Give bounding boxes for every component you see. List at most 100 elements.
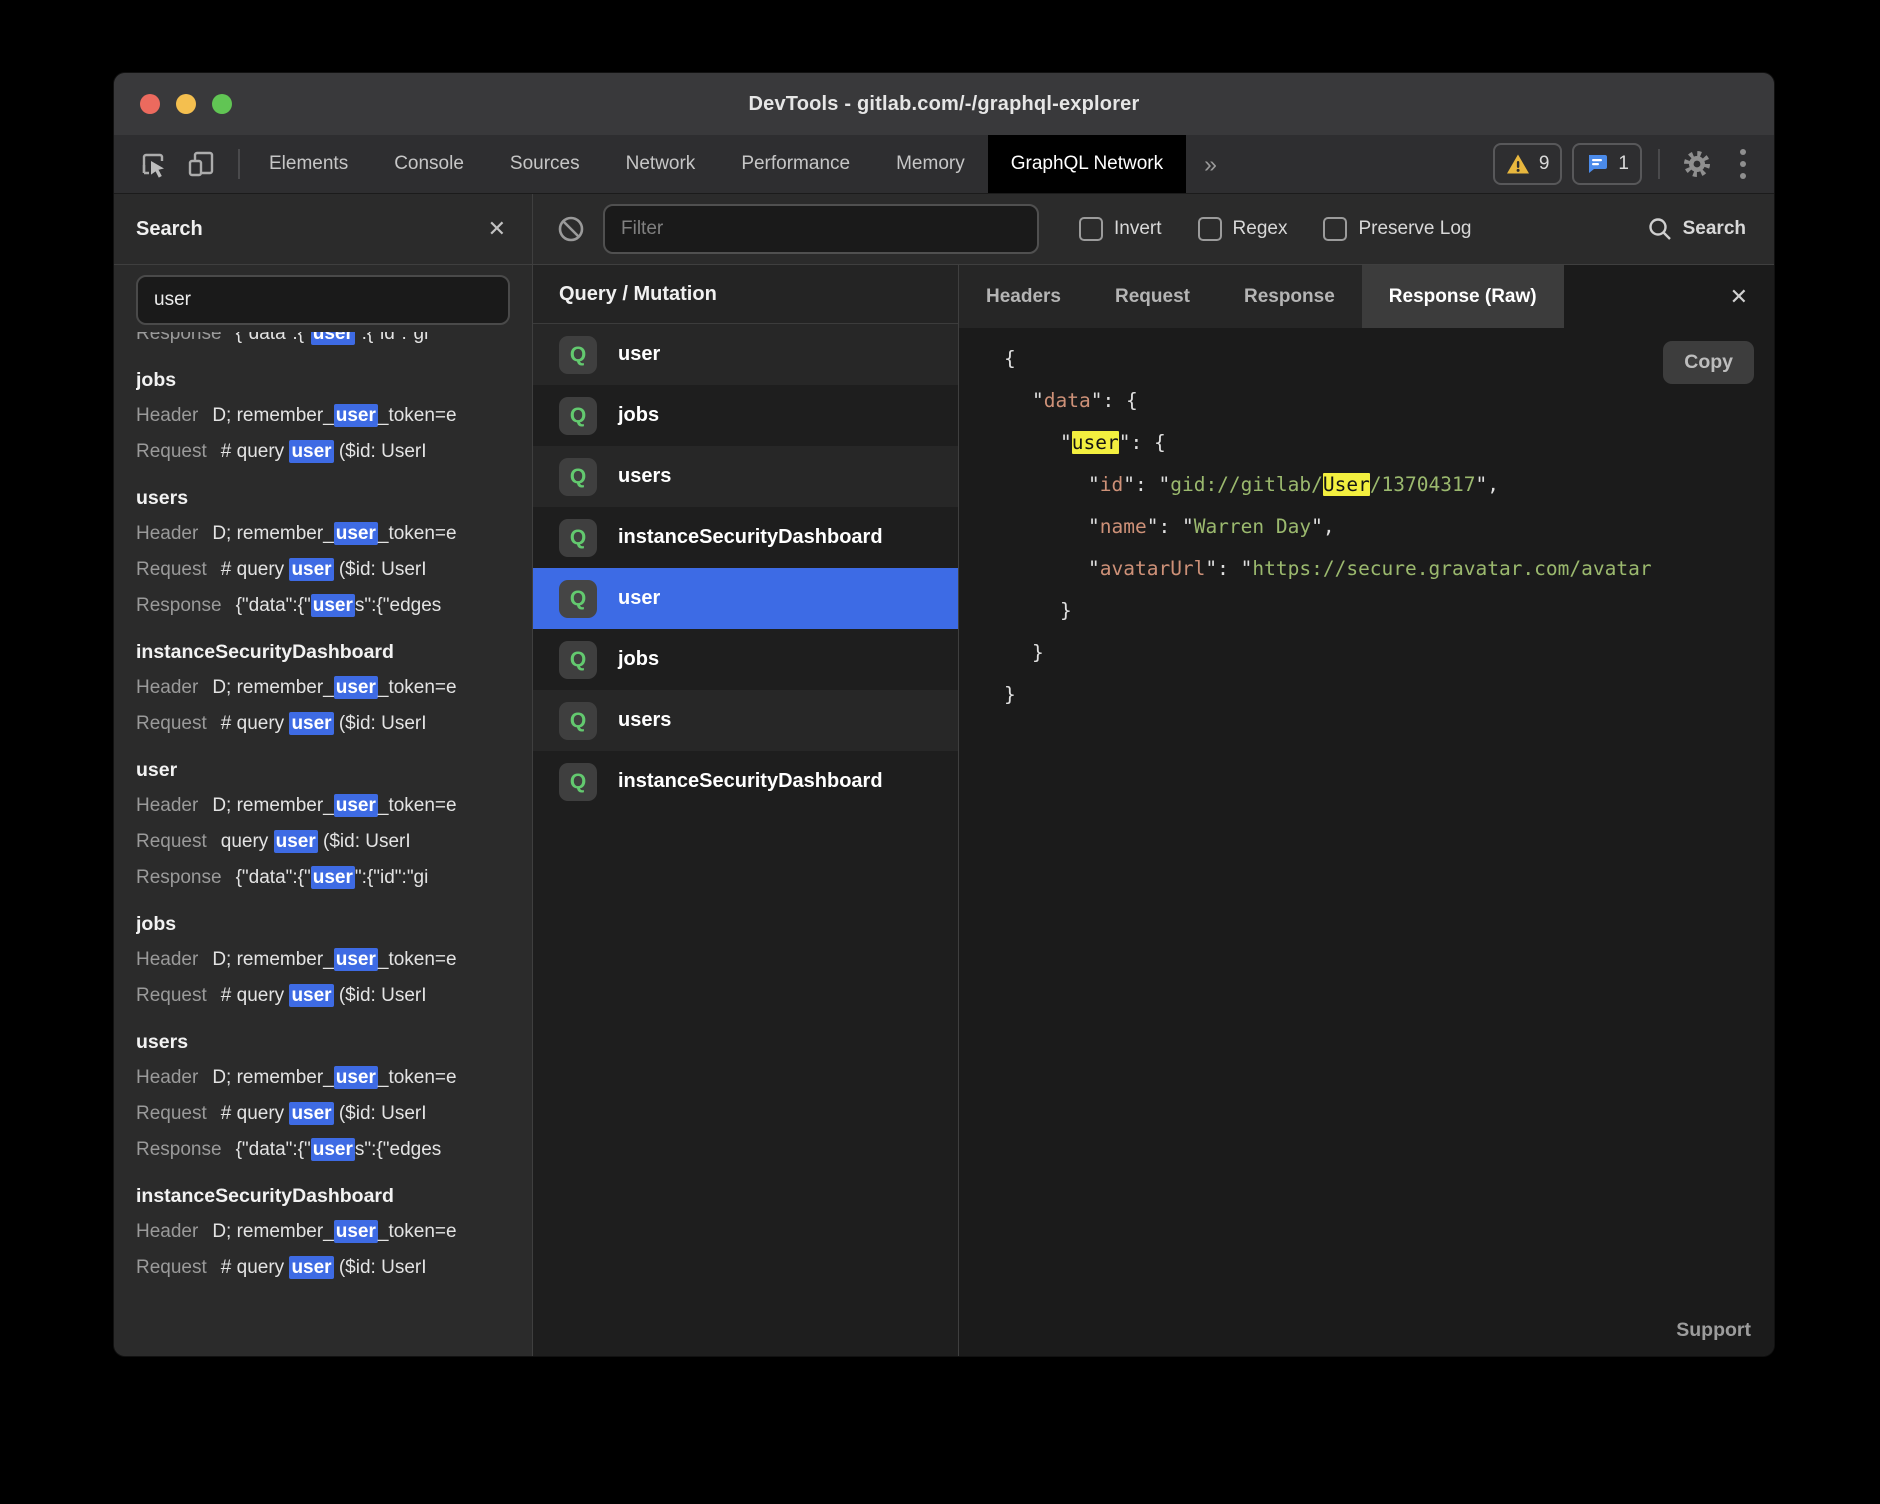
search-result-entry[interactable]: jobsHeaderD; remember_user_token=eReques… bbox=[136, 362, 532, 470]
filter-toolbar: Invert Regex Preserve Log Search bbox=[533, 194, 1774, 265]
result-line-label: Header bbox=[136, 949, 198, 970]
query-row-users[interactable]: Qusers bbox=[533, 690, 958, 751]
tab-memory[interactable]: Memory bbox=[873, 135, 988, 193]
result-line: Request# query user ($id: UserI bbox=[136, 552, 532, 588]
checkbox-box bbox=[1079, 217, 1103, 241]
query-row-user[interactable]: Quser bbox=[533, 568, 958, 629]
json-line: "id": "gid://gitlab/User/13704317", bbox=[959, 464, 1774, 506]
search-result-entry[interactable]: instanceSecurityDashboardHeaderD; rememb… bbox=[136, 1178, 532, 1286]
result-line-label: Request bbox=[136, 1103, 207, 1124]
search-results-list: Response{"data":{"user":{"id":"gijobsHea… bbox=[114, 332, 532, 1356]
query-row-label: users bbox=[618, 709, 671, 732]
result-line: Response{"data":{"users":{"edges bbox=[136, 1132, 532, 1168]
inspect-element-icon[interactable] bbox=[132, 143, 174, 185]
minimize-window-button[interactable] bbox=[176, 94, 196, 114]
result-text: ($id: UserI bbox=[334, 713, 427, 734]
checkbox-label: Invert bbox=[1114, 218, 1162, 240]
json-search-highlight: user bbox=[1072, 431, 1119, 454]
search-input[interactable] bbox=[136, 275, 510, 325]
result-line: Request# query user ($id: UserI bbox=[136, 978, 532, 1014]
json-line: "data": { bbox=[959, 380, 1774, 422]
search-panel-close-icon[interactable]: ✕ bbox=[482, 214, 512, 244]
close-window-button[interactable] bbox=[140, 94, 160, 114]
messages-badge[interactable]: 1 bbox=[1572, 143, 1642, 185]
result-entry-title: instanceSecurityDashboard bbox=[136, 1178, 532, 1214]
search-result-entry[interactable]: jobsHeaderD; remember_user_token=eReques… bbox=[136, 906, 532, 1014]
match-highlight: user bbox=[289, 712, 333, 735]
settings-gear-icon[interactable] bbox=[1676, 143, 1718, 185]
support-link[interactable]: Support bbox=[1676, 1319, 1751, 1342]
checkbox-regex[interactable]: Regex bbox=[1198, 217, 1288, 241]
json-token: ", bbox=[1475, 473, 1498, 496]
filter-input[interactable] bbox=[603, 204, 1039, 254]
toolbar-search-button[interactable]: Search bbox=[1647, 216, 1746, 242]
detail-tab-request[interactable]: Request bbox=[1088, 265, 1217, 328]
query-row-users[interactable]: Qusers bbox=[533, 446, 958, 507]
result-line-label: Response bbox=[136, 1139, 222, 1160]
tab-console[interactable]: Console bbox=[371, 135, 487, 193]
json-token: name bbox=[1100, 515, 1147, 538]
search-panel-header: Search ✕ bbox=[114, 194, 532, 265]
search-result-entry[interactable]: userHeaderD; remember_user_token=eReques… bbox=[136, 752, 532, 896]
devtools-tabs: ElementsConsoleSourcesNetworkPerformance… bbox=[246, 135, 1186, 193]
query-row-label: jobs bbox=[618, 648, 659, 671]
search-result-entry[interactable]: instanceSecurityDashboardHeaderD; rememb… bbox=[136, 634, 532, 742]
tab-elements[interactable]: Elements bbox=[246, 135, 371, 193]
clear-block-icon[interactable] bbox=[555, 213, 587, 245]
tab-performance[interactable]: Performance bbox=[718, 135, 873, 193]
result-text: {"data":{" bbox=[236, 1139, 311, 1160]
search-result-entry[interactable]: usersHeaderD; remember_user_token=eReque… bbox=[136, 1024, 532, 1168]
json-line: { bbox=[959, 338, 1774, 380]
toggle-device-toolbar-icon[interactable] bbox=[180, 143, 222, 185]
detail-tab-response[interactable]: Response bbox=[1217, 265, 1362, 328]
json-line: "user": { bbox=[959, 422, 1774, 464]
result-line: Request# query user ($id: UserI bbox=[136, 434, 532, 470]
result-text: D; remember_ bbox=[212, 523, 333, 544]
more-options-icon[interactable] bbox=[1728, 149, 1758, 179]
result-text: D; remember_ bbox=[212, 405, 333, 426]
copy-button[interactable]: Copy bbox=[1663, 341, 1754, 384]
result-line: Response{"data":{"users":{"edges bbox=[136, 588, 532, 624]
query-row-label: jobs bbox=[618, 404, 659, 427]
result-line-label: Header bbox=[136, 1067, 198, 1088]
json-token: " bbox=[1182, 515, 1194, 538]
match-highlight: user bbox=[289, 1256, 333, 1279]
result-text: query bbox=[221, 831, 274, 852]
result-text: # query bbox=[221, 1257, 290, 1278]
detail-tab-response-raw-[interactable]: Response (Raw) bbox=[1362, 265, 1564, 328]
json-token: id bbox=[1100, 473, 1123, 496]
result-text: {"data":{" bbox=[236, 867, 311, 888]
result-entry-title: jobs bbox=[136, 362, 532, 398]
detail-tab-headers[interactable]: Headers bbox=[959, 265, 1088, 328]
warnings-badge[interactable]: 9 bbox=[1493, 143, 1563, 185]
zoom-window-button[interactable] bbox=[212, 94, 232, 114]
search-result-entry[interactable]: Response{"data":{"user":{"id":"gi bbox=[136, 332, 532, 352]
result-line: HeaderD; remember_user_token=e bbox=[136, 788, 532, 824]
tab-network[interactable]: Network bbox=[603, 135, 719, 193]
query-row-jobs[interactable]: Qjobs bbox=[533, 385, 958, 446]
toolbar-search-label: Search bbox=[1683, 218, 1746, 240]
result-line-label: Request bbox=[136, 559, 207, 580]
query-row-instanceSecurityDashboard[interactable]: QinstanceSecurityDashboard bbox=[533, 507, 958, 568]
match-highlight: user bbox=[334, 1066, 378, 1089]
json-token: https://secure.gravatar.com/avatar bbox=[1252, 557, 1651, 580]
checkbox-invert[interactable]: Invert bbox=[1079, 217, 1162, 241]
query-row-jobs[interactable]: Qjobs bbox=[533, 629, 958, 690]
tab-sources[interactable]: Sources bbox=[487, 135, 603, 193]
search-result-entry[interactable]: usersHeaderD; remember_user_token=eReque… bbox=[136, 480, 532, 624]
query-row-label: instanceSecurityDashboard bbox=[618, 526, 883, 549]
result-line: HeaderD; remember_user_token=e bbox=[136, 942, 532, 978]
warnings-count: 9 bbox=[1539, 153, 1550, 175]
query-row-instanceSecurityDashboard[interactable]: QinstanceSecurityDashboard bbox=[533, 751, 958, 812]
result-text: # query bbox=[221, 559, 290, 580]
result-text: _token=e bbox=[378, 1067, 457, 1088]
detail-close-icon[interactable]: ✕ bbox=[1704, 265, 1774, 328]
json-token: ": bbox=[1147, 515, 1182, 538]
result-line: Request# query user ($id: UserI bbox=[136, 1096, 532, 1132]
tabs-overflow-chevron[interactable]: » bbox=[1186, 135, 1235, 193]
result-text: # query bbox=[221, 985, 290, 1006]
query-row-user[interactable]: Quser bbox=[533, 324, 958, 385]
result-text: _token=e bbox=[378, 1221, 457, 1242]
tab-graphql-network[interactable]: GraphQL Network bbox=[988, 135, 1186, 193]
checkbox-preserve-log[interactable]: Preserve Log bbox=[1323, 217, 1471, 241]
